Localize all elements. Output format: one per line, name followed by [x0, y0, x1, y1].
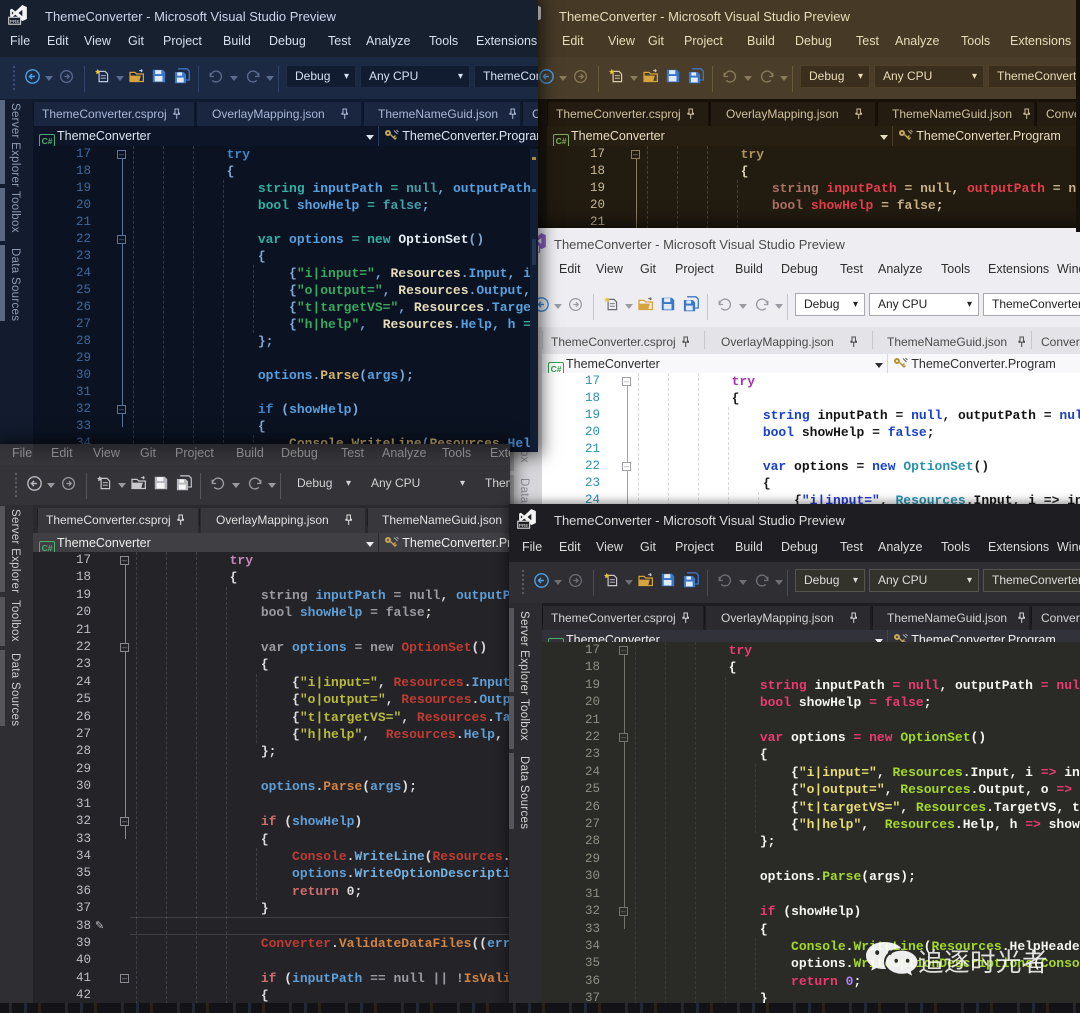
svg-text:PRE: PRE — [10, 19, 21, 25]
svg-text:追逐时光者: 追逐时光者 — [918, 949, 1048, 977]
svg-text:PRE: PRE — [519, 523, 530, 529]
